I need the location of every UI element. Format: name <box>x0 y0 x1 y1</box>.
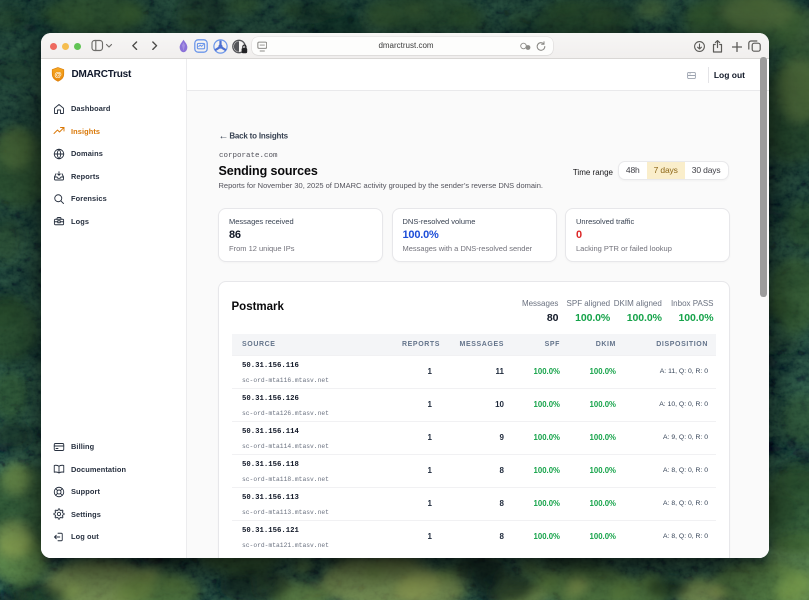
svg-text:@: @ <box>54 70 61 79</box>
